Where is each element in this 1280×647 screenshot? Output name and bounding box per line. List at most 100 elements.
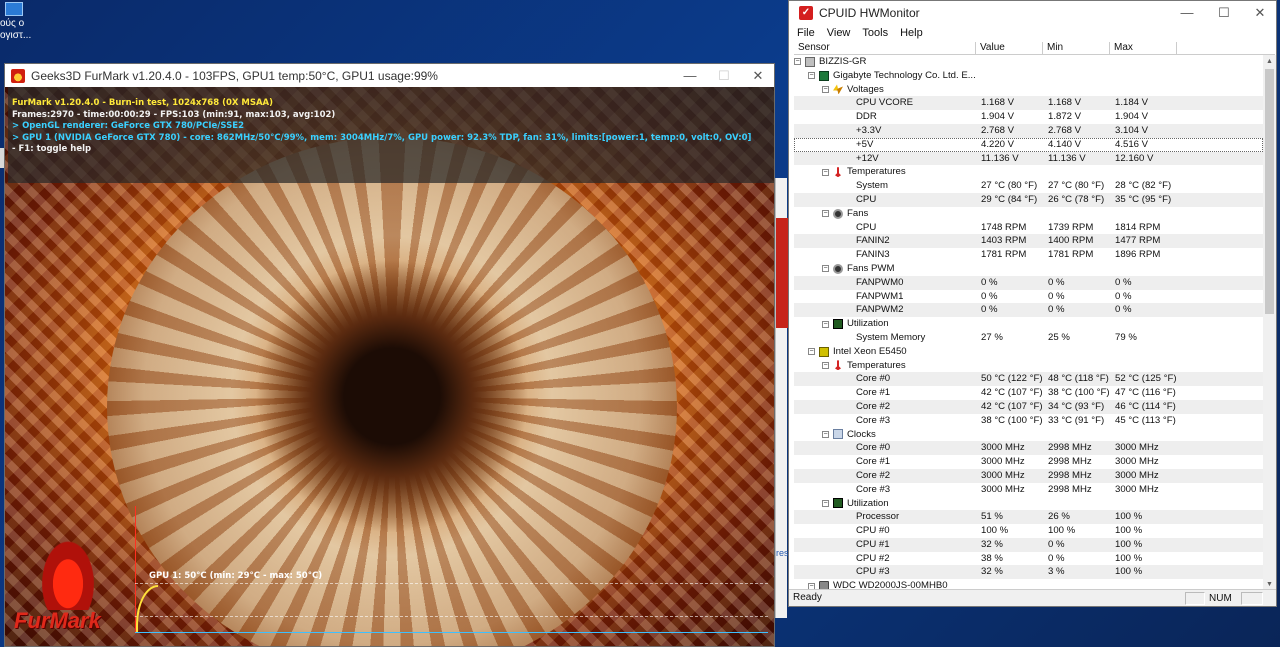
column-header-min[interactable]: Min [1043, 42, 1110, 54]
column-header-max[interactable]: Max [1110, 42, 1177, 54]
sensor-label: CPU #3 [856, 566, 890, 578]
collapse-toggle-icon[interactable]: − [822, 361, 829, 369]
sensor-name-cell: − BIZZIS-GR [794, 55, 976, 69]
sensor-row[interactable]: CPU #1 32 % 0 % 100 % [794, 537, 1263, 552]
hwmonitor-titlebar[interactable]: ✓ CPUID HWMonitor — ☐ ✕ [789, 1, 1276, 25]
column-header-sensor[interactable]: Sensor [794, 42, 976, 54]
sensor-label: Core #2 [856, 400, 891, 412]
collapse-toggle-icon[interactable]: − [822, 210, 829, 218]
collapse-toggle-icon[interactable]: − [822, 168, 829, 176]
sensor-name-cell: Core #0 [794, 372, 976, 386]
sensor-value: 38 % [981, 552, 1003, 564]
furmark-osd-panel: FurMark v1.20.4.0 - Burn-in test, 1024x7… [8, 87, 774, 183]
menu-tools[interactable]: Tools [854, 25, 892, 41]
collapse-toggle-icon[interactable]: − [808, 72, 815, 80]
sensor-row[interactable]: FANIN2 1403 RPM 1400 RPM 1477 RPM [794, 234, 1263, 249]
desktop-icon[interactable]: ούς ο ογιστ... [0, 0, 31, 48]
tree-group-row[interactable]: − Temperatures [794, 359, 1263, 373]
column-header-value[interactable]: Value [976, 42, 1043, 54]
sensor-value: 38 °C (100 °F) [981, 414, 1043, 426]
sensor-row[interactable]: Core #3 3000 MHz 2998 MHz 3000 MHz [794, 482, 1263, 497]
close-button[interactable]: ✕ [1243, 1, 1277, 24]
collapse-toggle-icon[interactable]: − [822, 499, 829, 507]
sensor-row[interactable]: Core #2 42 °C (107 °F) 34 °C (93 °F) 46 °C … [794, 399, 1263, 414]
menu-help[interactable]: Help [892, 25, 927, 41]
minimize-button[interactable]: — [1170, 1, 1204, 24]
sensor-row[interactable]: System 27 °C (80 °F) 27 °C (80 °F) 28 °C (8… [794, 179, 1263, 193]
tree-group-row[interactable]: − Clocks [794, 428, 1263, 442]
sensor-name-cell: − Temperatures [794, 165, 976, 179]
scroll-up-icon[interactable]: ▲ [1263, 55, 1276, 68]
tree-group-row[interactable]: − Intel Xeon E5450 [794, 345, 1263, 359]
sensor-row[interactable]: Core #2 3000 MHz 2998 MHz 3000 MHz [794, 468, 1263, 483]
collapse-toggle-icon[interactable]: − [822, 430, 829, 438]
furmark-render-view[interactable]: FurMark v1.20.4.0 - Burn-in test, 1024x7… [5, 87, 774, 646]
sensor-name-cell: Core #3 [794, 483, 976, 497]
sensor-row[interactable]: +12V 11.136 V 11.136 V 12.160 V [794, 151, 1263, 166]
sensor-row[interactable]: +5V 4.220 V 4.140 V 4.516 V [794, 137, 1263, 152]
background-window[interactable]: res [775, 178, 789, 618]
sensor-row[interactable]: FANPWM0 0 % 0 % 0 % [794, 275, 1263, 290]
sensor-row[interactable]: CPU VCORE 1.168 V 1.168 V 1.184 V [794, 96, 1263, 111]
collapse-toggle-icon[interactable]: − [808, 348, 815, 356]
tree-group-row[interactable]: − Fans [794, 207, 1263, 221]
tree-group-row[interactable]: − Utilization [794, 497, 1263, 511]
sensor-row[interactable]: CPU #0 100 % 100 % 100 % [794, 524, 1263, 538]
sensor-row[interactable]: Processor 51 % 26 % 100 % [794, 510, 1263, 525]
maximize-button[interactable]: ☐ [1207, 1, 1241, 24]
tree-group-row[interactable]: − BIZZIS-GR [794, 55, 1263, 69]
menu-file[interactable]: File [789, 25, 819, 41]
sensor-row[interactable]: FANPWM1 0 % 0 % 0 % [794, 289, 1263, 304]
sensor-max: 3000 MHz [1115, 456, 1159, 468]
sensor-row[interactable]: Core #0 50 °C (122 °F) 48 °C (118 °F) 52 °C… [794, 372, 1263, 387]
tree-group-row[interactable]: − Fans PWM [794, 262, 1263, 276]
sensor-value: 1748 RPM [981, 221, 1027, 233]
sensor-min: 33 °C (91 °F) [1048, 414, 1105, 426]
maximize-button[interactable]: ☐ [707, 64, 741, 87]
sensor-row[interactable]: Core #1 3000 MHz 2998 MHz 3000 MHz [794, 455, 1263, 469]
tree-group-row[interactable]: − Utilization [794, 317, 1263, 331]
vertical-scrollbar[interactable]: ▲ ▼ [1263, 55, 1276, 591]
sensor-row[interactable]: FANIN3 1781 RPM 1781 RPM 1896 RPM [794, 248, 1263, 262]
sensor-row[interactable]: CPU #2 38 % 0 % 100 % [794, 551, 1263, 566]
collapse-toggle-icon[interactable]: − [794, 58, 801, 66]
scrollbar-thumb[interactable] [1265, 69, 1274, 314]
sensor-row[interactable]: CPU 1748 RPM 1739 RPM 1814 RPM [794, 220, 1263, 235]
osd-help-line: - F1: toggle help [12, 144, 92, 155]
tree-group-row[interactable]: − Temperatures [794, 165, 1263, 179]
fur-donut-render [107, 137, 677, 646]
sensor-row[interactable]: System Memory 27 % 25 % 79 % [794, 330, 1263, 345]
sensor-row[interactable]: Core #1 42 °C (107 °F) 38 °C (100 °F) 47 °C… [794, 386, 1263, 400]
sensor-row[interactable]: CPU #3 32 % 3 % 100 % [794, 565, 1263, 580]
sensor-row[interactable]: +3.3V 2.768 V 2.768 V 3.104 V [794, 123, 1263, 138]
sensor-tree[interactable]: − BIZZIS-GR − Gigabyte Technology Co. Ltd. … [794, 55, 1263, 590]
collapse-toggle-icon[interactable]: − [822, 265, 829, 273]
tree-group-row[interactable]: − Voltages [794, 83, 1263, 97]
sensor-row[interactable]: CPU 29 °C (84 °F) 26 °C (78 °F) 35 °C (95 °… [794, 192, 1263, 207]
tree-group-row[interactable]: − Gigabyte Technology Co. Ltd. E... [794, 69, 1263, 83]
voltage-icon [833, 84, 843, 95]
background-window-link[interactable]: res [776, 548, 789, 558]
furmark-titlebar[interactable]: Geeks3D FurMark v1.20.4.0 - 103FPS, GPU1… [5, 64, 774, 87]
menu-view[interactable]: View [819, 25, 855, 41]
minimize-button[interactable]: — [673, 64, 707, 87]
collapse-toggle-icon[interactable]: − [822, 320, 829, 328]
sensor-max: 0 % [1115, 276, 1132, 288]
sensor-value: 27 % [981, 331, 1003, 343]
sensor-row[interactable]: Core #0 3000 MHz 2998 MHz 3000 MHz [794, 441, 1263, 456]
computer-icon [5, 2, 23, 16]
sensor-row[interactable]: DDR 1.904 V 1.872 V 1.904 V [794, 110, 1263, 124]
sensor-name-cell: FANPWM0 [794, 276, 976, 290]
close-button[interactable]: ✕ [741, 64, 775, 87]
sensor-name-cell: − Fans PWM [794, 262, 976, 276]
sensor-max: 45 °C (113 °F) [1115, 414, 1176, 426]
furmark-window: Geeks3D FurMark v1.20.4.0 - 103FPS, GPU1… [4, 63, 775, 647]
sensor-label: Core #1 [856, 456, 891, 468]
furmark-logo: FurMark [8, 535, 133, 640]
sensor-row[interactable]: FANPWM2 0 % 0 % 0 % [794, 303, 1263, 318]
sensor-max: 28 °C (82 °F) [1115, 180, 1172, 192]
sensor-row[interactable]: Core #3 38 °C (100 °F) 33 °C (91 °F) 45 °C … [794, 413, 1263, 428]
collapse-toggle-icon[interactable]: − [822, 85, 829, 93]
sensor-name-cell: Processor [794, 510, 976, 524]
sensor-name-cell: CPU VCORE [794, 96, 976, 110]
